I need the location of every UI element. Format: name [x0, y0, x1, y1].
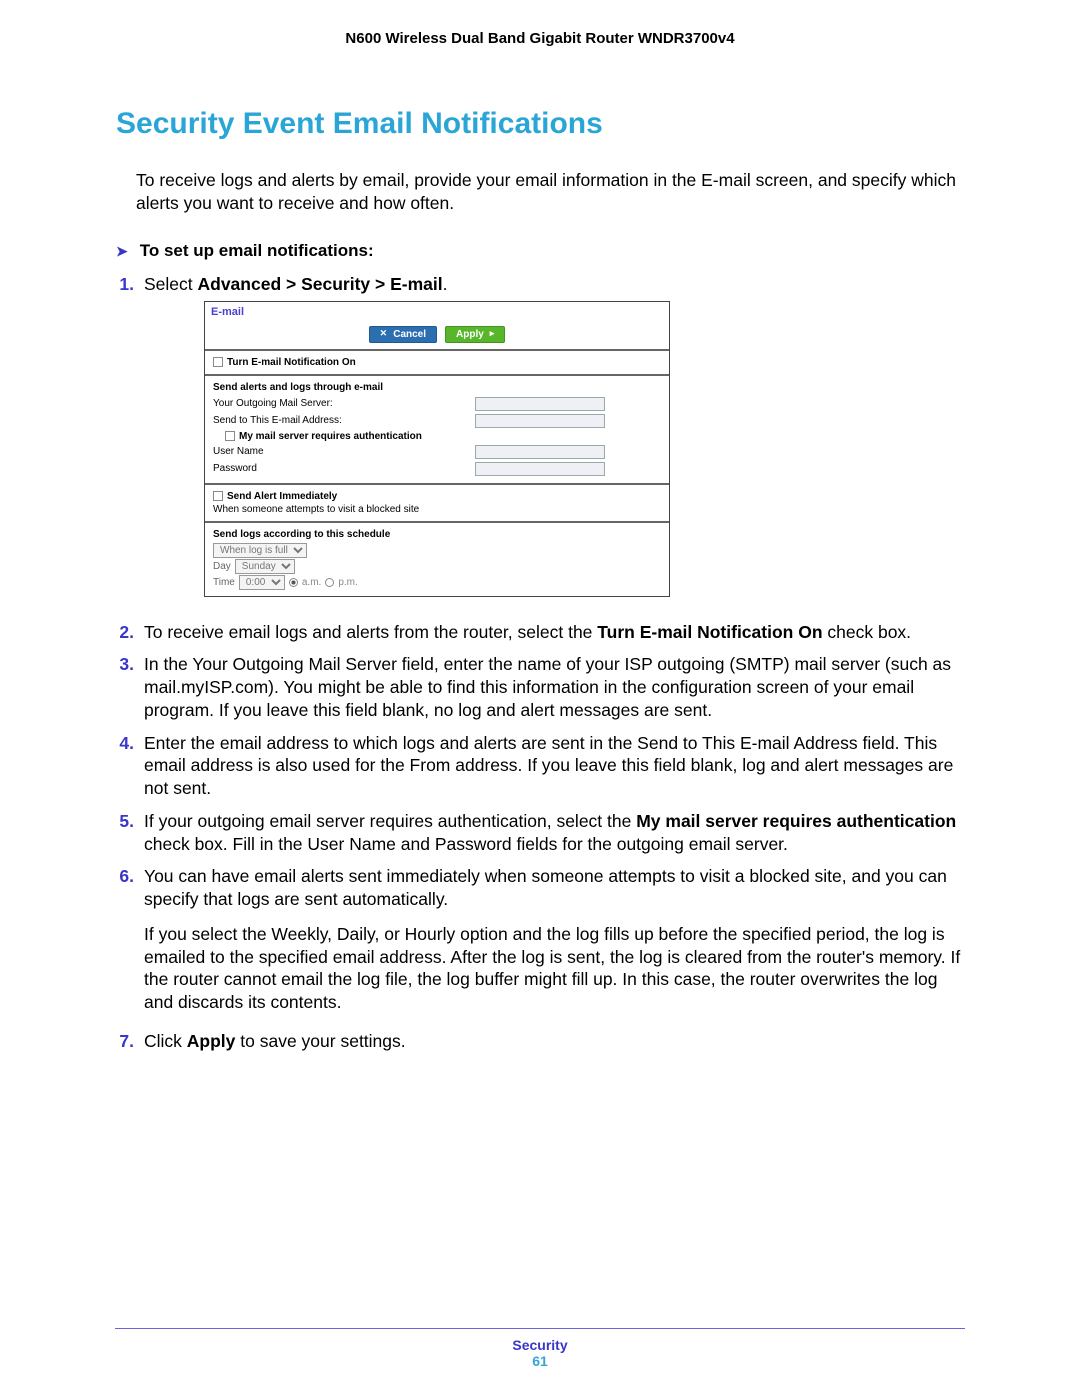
send-alert-subtext: When someone attempts to visit a blocked…: [213, 503, 661, 516]
step-bold: Turn E-mail Notification On: [597, 622, 822, 642]
password-input[interactable]: [475, 462, 605, 476]
email-screen-title: E-mail: [205, 302, 669, 323]
step-text: check box.: [823, 622, 912, 642]
page-footer: Security 61: [0, 1328, 1080, 1369]
password-label: Password: [213, 462, 257, 475]
turn-email-on-row[interactable]: Turn E-mail Notification On: [213, 356, 661, 369]
time-label: Time: [213, 576, 235, 589]
cancel-button[interactable]: ✕ Cancel: [369, 326, 437, 343]
step-text: To receive email logs and alerts from th…: [144, 622, 597, 642]
step-text: to save your settings.: [235, 1031, 405, 1051]
step-text: If your outgoing email server requires a…: [144, 811, 636, 831]
schedule-header: Send logs according to this schedule: [213, 528, 661, 541]
step-sub-paragraph: If you select the Weekly, Daily, or Hour…: [144, 923, 964, 1014]
sendto-label: Send to This E-mail Address:: [213, 414, 342, 427]
day-select[interactable]: Sunday: [235, 559, 295, 574]
step-bold: My mail server requires authentication: [636, 811, 956, 831]
step-3: In the Your Outgoing Mail Server field, …: [144, 653, 964, 721]
step-1: Select Advanced > Security > E-mail. E-m…: [144, 273, 964, 611]
checkbox-label: Send Alert Immediately: [227, 490, 337, 503]
step-text: Select: [144, 274, 198, 294]
step-text: check box. Fill in the User Name and Pas…: [144, 834, 788, 854]
sendto-input[interactable]: [475, 414, 605, 428]
step-number: 6.: [116, 865, 144, 1020]
am-radio[interactable]: [289, 578, 298, 587]
send-alert-immediately-checkbox[interactable]: [213, 491, 223, 501]
step-6: You can have email alerts sent immediate…: [144, 865, 964, 1020]
auth-checkbox[interactable]: [225, 431, 235, 441]
apply-button[interactable]: Apply ▸: [445, 326, 505, 343]
button-label: Apply: [456, 328, 484, 341]
username-label: User Name: [213, 445, 264, 458]
close-icon: ✕: [380, 328, 388, 340]
procedure-heading-text: To set up email notifications:: [140, 241, 374, 261]
footer-chapter: Security: [0, 1337, 1080, 1353]
outgoing-server-input[interactable]: [475, 397, 605, 411]
step-number: 3.: [116, 653, 144, 721]
checkbox-label: Turn E-mail Notification On: [227, 356, 356, 369]
step-4: Enter the email address to which logs an…: [144, 732, 964, 800]
section-title: Security Event Email Notifications: [116, 107, 964, 141]
step-7: Click Apply to save your settings.: [144, 1030, 964, 1053]
am-label: a.m.: [302, 576, 321, 589]
pm-radio[interactable]: [325, 578, 334, 587]
procedure-arrow-icon: ➤: [116, 241, 128, 261]
day-label: Day: [213, 560, 231, 573]
checkbox-label: My mail server requires authentication: [239, 430, 422, 443]
footer-page-number: 61: [0, 1353, 1080, 1369]
pm-label: p.m.: [338, 576, 357, 589]
chevron-right-icon: ▸: [490, 328, 495, 340]
step-text: You can have email alerts sent immediate…: [144, 866, 947, 909]
turn-email-on-checkbox[interactable]: [213, 357, 223, 367]
footer-rule: [115, 1328, 965, 1329]
email-screen-mock: E-mail ✕ Cancel Apply ▸ Turn E-mail Notifi…: [204, 301, 670, 596]
button-label: Cancel: [393, 328, 426, 341]
step-number: 5.: [116, 810, 144, 856]
step-bold: Advanced > Security > E-mail: [198, 274, 443, 294]
send-alert-immediately-row[interactable]: Send Alert Immediately: [213, 490, 661, 503]
step-bold: Apply: [187, 1031, 236, 1051]
step-number: 1.: [116, 273, 144, 611]
step-text: .: [443, 274, 448, 294]
step-number: 2.: [116, 621, 144, 644]
auth-row[interactable]: My mail server requires authentication: [213, 430, 661, 443]
schedule-select[interactable]: When log is full: [213, 543, 307, 558]
step-number: 4.: [116, 732, 144, 800]
time-select[interactable]: 0:00: [239, 575, 285, 590]
step-5: If your outgoing email server requires a…: [144, 810, 964, 856]
page-header-product: N600 Wireless Dual Band Gigabit Router W…: [116, 30, 964, 47]
step-text: Click: [144, 1031, 187, 1051]
username-input[interactable]: [475, 445, 605, 459]
step-number: 7.: [116, 1030, 144, 1053]
intro-paragraph: To receive logs and alerts by email, pro…: [136, 169, 964, 215]
steps-list: 1. Select Advanced > Security > E-mail. …: [116, 273, 964, 1053]
step-2: To receive email logs and alerts from th…: [144, 621, 964, 644]
outgoing-server-label: Your Outgoing Mail Server:: [213, 397, 333, 410]
procedure-heading: ➤ To set up email notifications:: [116, 241, 964, 261]
send-alerts-header: Send alerts and logs through e-mail: [213, 381, 661, 394]
